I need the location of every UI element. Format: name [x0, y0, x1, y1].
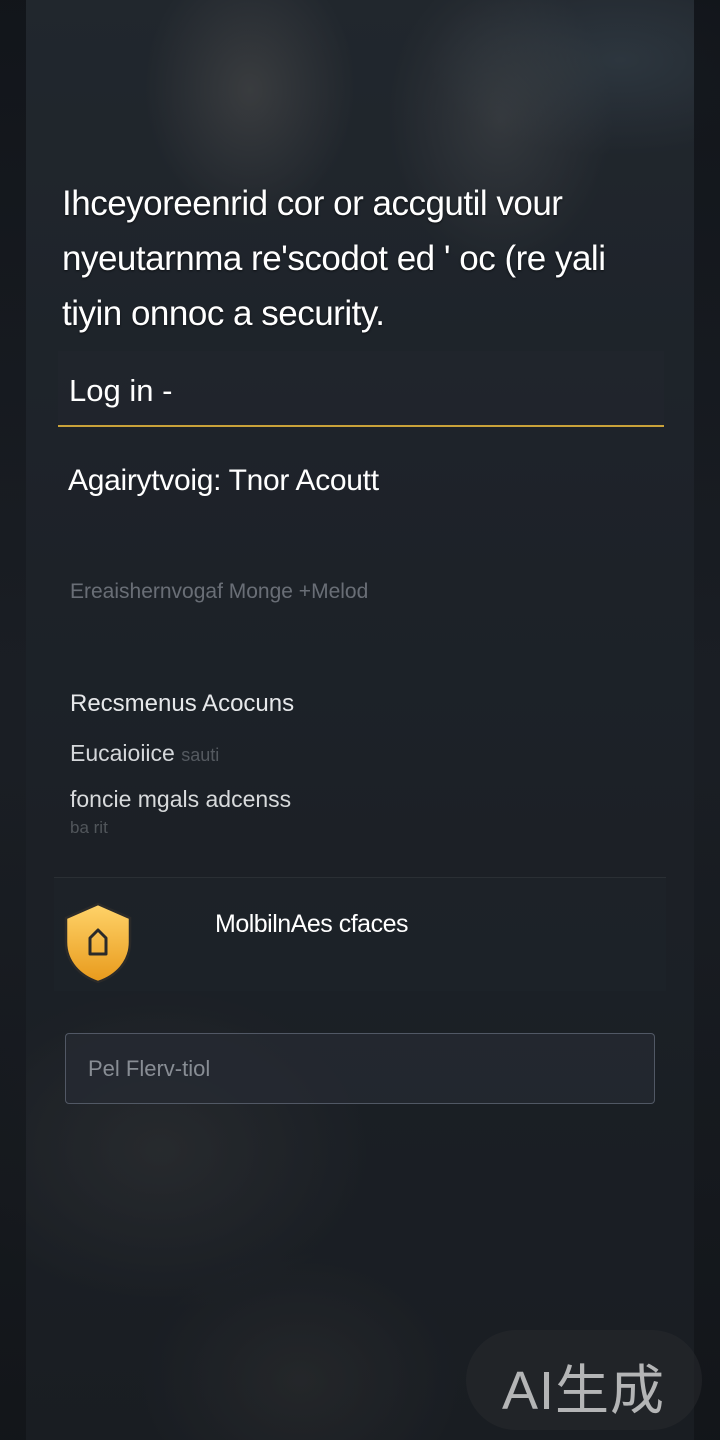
- account-section-title: Agairytvoig: Tnor Acoutt: [68, 464, 379, 497]
- recent-accounts-subtitle-faint: sauti: [181, 745, 220, 765]
- watermark-text: AI生成: [502, 1361, 666, 1421]
- text-input-field[interactable]: [65, 1033, 655, 1104]
- account-section-hint: Ereaishernvogaf Monge +Melod: [70, 580, 369, 603]
- background-edge-left: [0, 0, 26, 1440]
- shield-lock-icon: [64, 902, 132, 984]
- recent-accounts-subtitle: Eucaioiice sauti: [70, 740, 219, 767]
- recent-accounts-description-faint: ba rit: [70, 818, 108, 837]
- recent-accounts-description: foncie mgals adcenss: [70, 786, 292, 812]
- recent-accounts-title: Recsmenus Acocuns: [70, 690, 295, 717]
- recent-accounts-subtitle-main: Eucaioiice: [70, 740, 175, 766]
- tab-log-in[interactable]: Log in -: [58, 351, 664, 427]
- security-option-card[interactable]: MolbilnAes cfaces: [54, 877, 666, 991]
- ai-generated-watermark: AI生成: [466, 1330, 702, 1430]
- headline: Ihceyoreenrid cor or accgutil vour nyeut…: [62, 184, 606, 333]
- tab-log-in-label: Log in -: [69, 373, 173, 408]
- background-edge-right: [694, 0, 720, 1440]
- security-option-label: MolbilnAes cfaces: [215, 910, 408, 938]
- login-screen: Ihceyoreenrid cor or accgutil vour nyeut…: [0, 0, 720, 1440]
